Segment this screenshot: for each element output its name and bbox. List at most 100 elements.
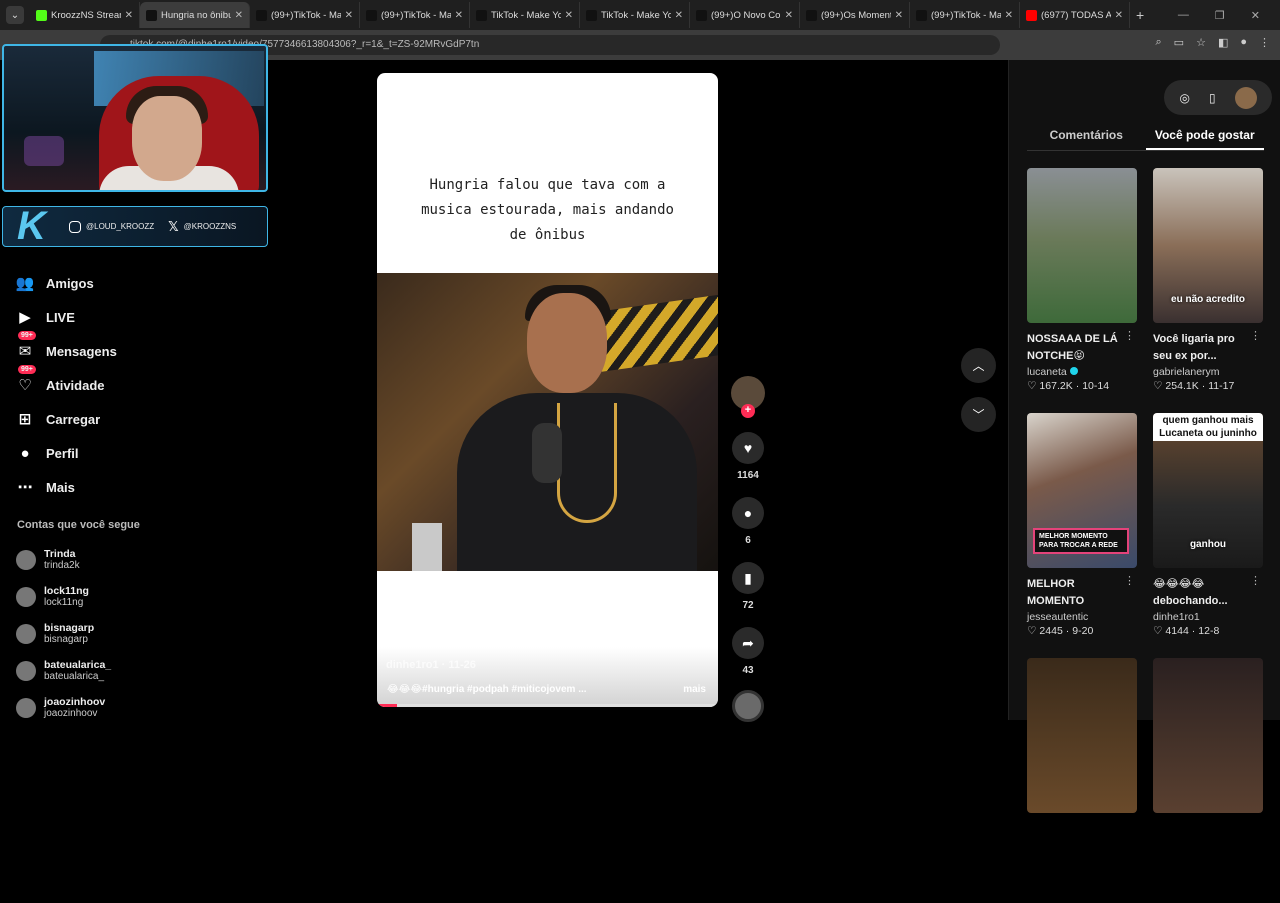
- avatar: [16, 623, 36, 644]
- follow-plus-button[interactable]: +: [741, 404, 755, 418]
- like-button[interactable]: ♥: [732, 432, 764, 464]
- new-tab-button[interactable]: +: [1136, 7, 1144, 23]
- profile-avatar[interactable]: ●: [1240, 36, 1247, 49]
- stream-logo: K: [17, 204, 46, 248]
- nav-item-mensagens[interactable]: ✉ 99+ Mensagens: [16, 331, 117, 368]
- browser-tab[interactable]: (99+)O Novo Conteúdo ✕: [690, 2, 800, 28]
- following-name: joaozinhoov: [44, 696, 106, 708]
- card-title[interactable]: NOSSAAA DE LÁ NOTCHE😝: [1027, 331, 1137, 365]
- x-handle: @KROOZZNS: [183, 222, 237, 231]
- nav-item-atividade[interactable]: ♡ 99+ Atividade: [16, 365, 117, 402]
- minimize-button[interactable]: —: [1178, 9, 1189, 22]
- card-title[interactable]: MELHOR MOMENTO PARA...: [1027, 576, 1137, 610]
- more-options-icon[interactable]: ⋮: [1124, 329, 1135, 342]
- card-title[interactable]: Você ligaria pro seu ex por...: [1153, 331, 1263, 365]
- more-options-icon[interactable]: ⋮: [1250, 329, 1261, 342]
- following-item[interactable]: bateualarica_ bateualarica_: [16, 652, 111, 689]
- tab-you-may-like[interactable]: Você pode gostar: [1145, 126, 1264, 150]
- recommendation-card[interactable]: MELHOR MOMENTO PARA TROCAR A REDE MELHOR …: [1027, 413, 1137, 658]
- video-thumbnail[interactable]: [1153, 658, 1263, 813]
- chevron-down-icon: ﹀: [972, 408, 985, 422]
- avatar: [16, 586, 36, 607]
- browser-tab[interactable]: (99+)TikTok - Make Your Day ✕: [250, 2, 360, 28]
- nav-item-live[interactable]: ▶ LIVE: [16, 300, 117, 334]
- recommendation-card[interactable]: [1027, 658, 1137, 903]
- cast-icon[interactable]: ▭: [1174, 36, 1184, 49]
- user-avatar[interactable]: [1234, 86, 1257, 109]
- card-author[interactable]: dinhe1ro1: [1153, 611, 1263, 623]
- comment-icon: ●: [743, 505, 753, 521]
- close-tab-icon[interactable]: ✕: [125, 10, 133, 21]
- browser-tab[interactable]: KroozzNS Stream ✕: [30, 2, 140, 28]
- card-author[interactable]: lucaneta: [1027, 366, 1137, 378]
- close-tab-icon[interactable]: ✕: [565, 10, 573, 21]
- next-video-button[interactable]: ﹀: [961, 397, 996, 432]
- profile-icon: ●: [20, 444, 30, 462]
- comment-button[interactable]: ●: [732, 497, 764, 529]
- nav-item-label: Carregar: [46, 411, 101, 427]
- recommendation-card[interactable]: quem ganhou mais Lucaneta ou juninho ganh…: [1153, 413, 1263, 658]
- bookmark-star-icon[interactable]: ☆: [1196, 36, 1206, 49]
- card-author[interactable]: jesseautentic: [1027, 611, 1137, 623]
- creator-avatar[interactable]: +: [731, 376, 765, 418]
- video-thumbnail[interactable]: quem ganhou mais Lucaneta ou juninho ganh…: [1153, 413, 1263, 568]
- browser-tab[interactable]: TikTok - Make Your Day ✕: [470, 2, 580, 28]
- nav-item-perfil[interactable]: ● Perfil: [16, 436, 117, 470]
- tab-search-button[interactable]: ⌄: [6, 6, 24, 24]
- video-thumbnail[interactable]: MELHOR MOMENTO PARA TROCAR A REDE: [1027, 413, 1137, 568]
- close-tab-icon[interactable]: ✕: [1115, 10, 1123, 21]
- browser-tab[interactable]: (99+)TikTok - Make Your Day ✕: [910, 2, 1020, 28]
- card-title[interactable]: 😂😂😂😂 debochando...: [1153, 576, 1263, 610]
- tab-comments[interactable]: Comentários: [1027, 126, 1146, 150]
- extensions-icon[interactable]: ◧: [1218, 36, 1228, 49]
- recommendation-card[interactable]: NOSSAAA DE LÁ NOTCHE😝 ⋮ lucaneta ♡ 167.2K…: [1027, 168, 1137, 413]
- recommendation-card[interactable]: eu não acredito Você ligaria pro seu ex p…: [1153, 168, 1263, 413]
- following-item[interactable]: bisnagarp bisnagarp: [16, 615, 111, 652]
- tab-title: (99+)Os Momentos: [821, 9, 891, 21]
- following-item[interactable]: lock11ng lock11ng: [16, 578, 111, 615]
- browser-tab[interactable]: TikTok - Make Your Day ✕: [580, 2, 690, 28]
- more-options-icon[interactable]: ⋮: [1124, 574, 1135, 587]
- browser-tab[interactable]: Hungria no ônibus ✕: [140, 2, 250, 28]
- video-thumbnail[interactable]: [1027, 658, 1137, 813]
- close-tab-icon[interactable]: ✕: [235, 10, 243, 21]
- phone-icon[interactable]: ▯: [1209, 91, 1216, 105]
- music-disc[interactable]: [732, 690, 764, 722]
- share-icon: ➦: [742, 634, 754, 651]
- close-tab-icon[interactable]: ✕: [455, 10, 463, 21]
- avatar: [16, 660, 36, 681]
- browser-tab[interactable]: (99+)TikTok - Make Your Day ✕: [360, 2, 470, 28]
- nav-item-carregar[interactable]: ⊞ Carregar: [16, 402, 117, 436]
- card-author[interactable]: gabrielanerym: [1153, 366, 1263, 378]
- nav-item-mais[interactable]: ⋯ Mais: [16, 470, 117, 504]
- close-window-button[interactable]: ✕: [1251, 9, 1260, 22]
- close-tab-icon[interactable]: ✕: [675, 10, 683, 21]
- previous-video-button[interactable]: ︿: [961, 348, 996, 383]
- following-item[interactable]: joaozinhoov joaozinhoov: [16, 689, 111, 726]
- maximize-button[interactable]: ❐: [1215, 9, 1225, 22]
- heart-outline-icon: ♡: [1027, 380, 1037, 392]
- close-tab-icon[interactable]: ✕: [785, 10, 793, 21]
- video-progress-bar[interactable]: [377, 704, 718, 707]
- browser-tab[interactable]: (6977) TODAS AS ✕: [1020, 2, 1130, 28]
- video-thumbnail[interactable]: eu não acredito: [1153, 168, 1263, 323]
- share-button[interactable]: ➦: [732, 627, 764, 659]
- tab-favicon-icon: [476, 9, 487, 21]
- close-tab-icon[interactable]: ✕: [1005, 10, 1013, 21]
- more-link[interactable]: mais: [683, 684, 706, 695]
- video-player[interactable]: Hungria falou que tava com a musica esto…: [377, 73, 718, 707]
- save-button[interactable]: ▮: [732, 562, 764, 594]
- following-username: trinda2k: [44, 560, 80, 571]
- following-item[interactable]: Trinda trinda2k: [16, 541, 111, 578]
- close-tab-icon[interactable]: ✕: [345, 10, 353, 21]
- menu-kebab-icon[interactable]: ⋮: [1259, 36, 1270, 49]
- video-thumbnail[interactable]: [1027, 168, 1137, 323]
- close-tab-icon[interactable]: ✕: [895, 10, 903, 21]
- more-options-icon[interactable]: ⋮: [1250, 574, 1261, 587]
- video-author[interactable]: dinhe1ro1 · 11-26: [386, 659, 476, 671]
- recommendation-card[interactable]: [1153, 658, 1263, 903]
- nav-item-amigos[interactable]: 👥 Amigos: [16, 266, 117, 300]
- zoom-icon[interactable]: ⌕: [1155, 36, 1161, 49]
- browser-tab[interactable]: (99+)Os Momentos ✕: [800, 2, 910, 28]
- compass-icon[interactable]: ◎: [1179, 91, 1189, 105]
